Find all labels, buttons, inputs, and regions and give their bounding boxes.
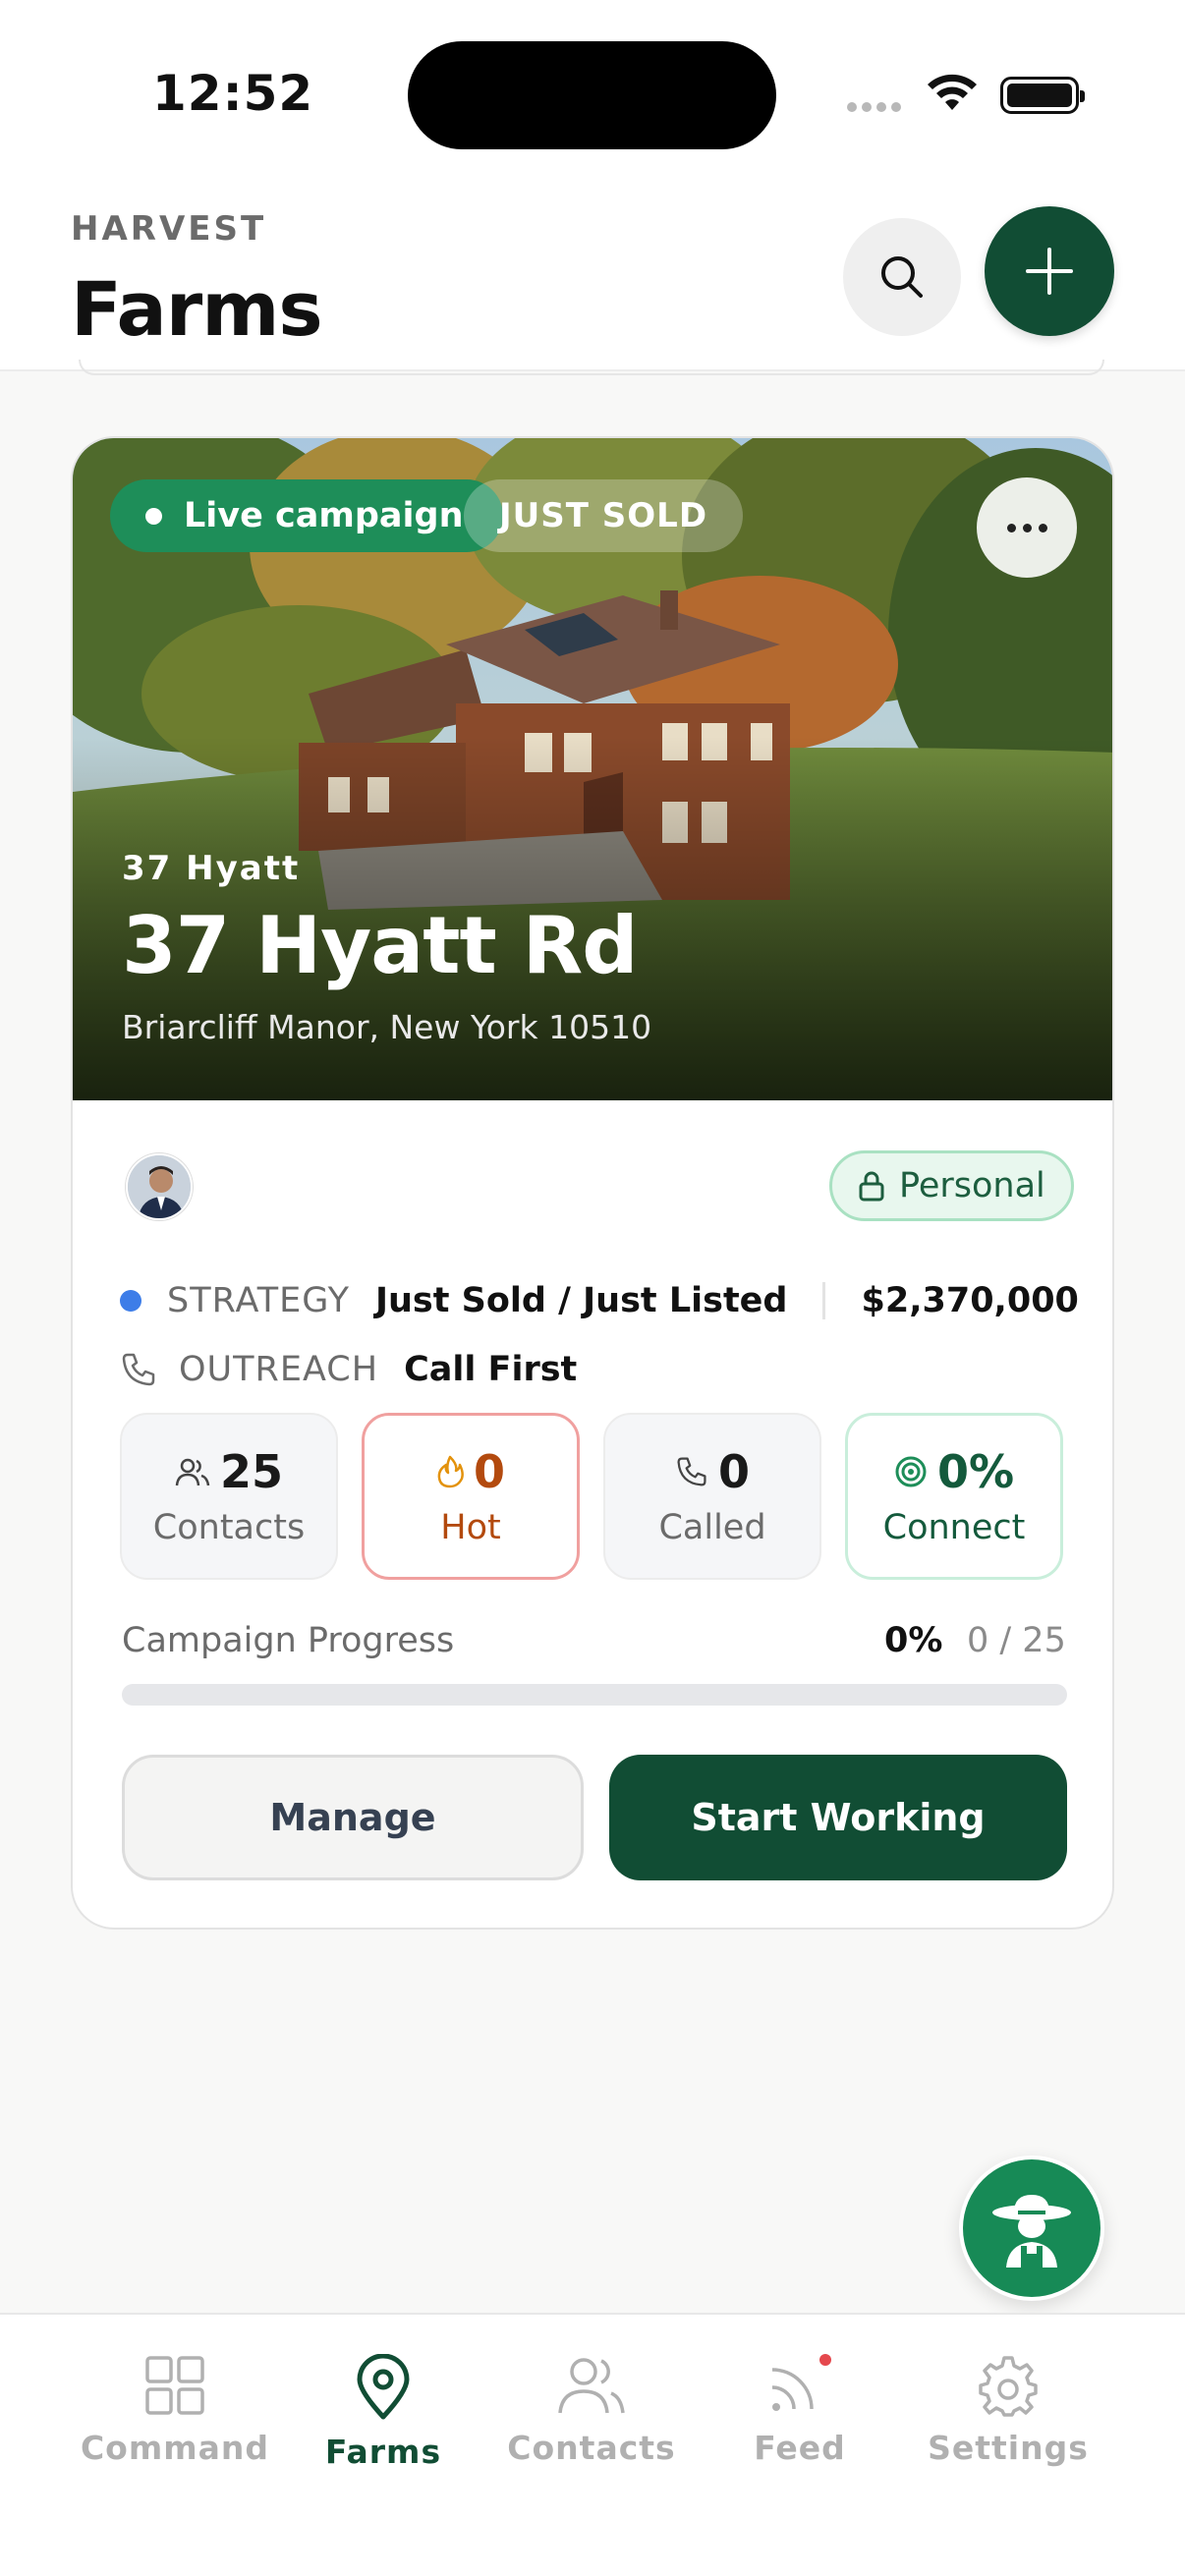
- hot-caption: Hot: [440, 1508, 501, 1547]
- notification-dot: [819, 2354, 831, 2366]
- stat-hot[interactable]: 0 Hot: [362, 1413, 580, 1580]
- battery-icon: [1000, 77, 1085, 114]
- status-bar: 12:52: [0, 0, 1185, 187]
- people-icon: [175, 1458, 210, 1486]
- add-farm-button[interactable]: [985, 206, 1114, 336]
- search-button[interactable]: [843, 218, 961, 336]
- strategy-label: STRATEGY: [167, 1281, 350, 1320]
- stat-called[interactable]: 0 Called: [603, 1413, 821, 1580]
- hot-count: 0: [473, 1445, 505, 1498]
- tab-contacts-label: Contacts: [507, 2429, 676, 2467]
- farm-city-line: Briarcliff Manor, New York 10510: [122, 1008, 652, 1046]
- farm-address-title: 37 Hyatt Rd: [122, 900, 638, 991]
- tab-settings-label: Settings: [928, 2429, 1089, 2467]
- property-photo: Live campaign JUST SOLD 37 Hyatt 37 Hyat…: [73, 438, 1112, 1100]
- outreach-row: OUTREACH Call First: [120, 1350, 577, 1389]
- contacts-caption: Contacts: [152, 1508, 306, 1547]
- target-icon: [895, 1456, 927, 1487]
- progress-percent: 0%: [884, 1621, 943, 1660]
- owner-avatar[interactable]: [126, 1153, 193, 1220]
- plus-icon: [1026, 248, 1073, 295]
- phone-icon: [122, 1353, 155, 1386]
- tab-contacts[interactable]: Contacts: [493, 2354, 690, 2467]
- cellular-signal-icon: [847, 102, 901, 112]
- tab-farms[interactable]: Farms: [285, 2354, 481, 2471]
- stat-connect[interactable]: 0% Connect: [845, 1413, 1063, 1580]
- campaign-card[interactable]: Live campaign JUST SOLD 37 Hyatt 37 Hyat…: [71, 436, 1114, 1930]
- farmer-icon: [992, 2195, 1071, 2268]
- contacts-icon: [558, 2358, 625, 2414]
- gear-icon: [979, 2356, 1038, 2417]
- map-pin-icon: [357, 2354, 410, 2420]
- visibility-badge: Personal: [829, 1150, 1074, 1221]
- outreach-label: OUTREACH: [179, 1350, 379, 1389]
- live-campaign-label: Live campaign: [184, 496, 464, 535]
- contacts-count: 25: [219, 1445, 283, 1498]
- previous-card-edge: [79, 360, 1104, 375]
- called-caption: Called: [658, 1508, 766, 1547]
- tab-farms-label: Farms: [324, 2433, 442, 2471]
- strategy-value: Just Sold / Just Listed: [374, 1281, 788, 1320]
- status-time: 12:52: [152, 65, 314, 122]
- lock-icon: [859, 1171, 884, 1202]
- campaign-type-badge: JUST SOLD: [464, 479, 744, 552]
- outreach-value: Call First: [404, 1350, 578, 1389]
- sale-price: $2,370,000: [861, 1281, 1079, 1320]
- tab-command[interactable]: Command: [77, 2354, 273, 2467]
- ellipsis-icon: [1006, 523, 1016, 532]
- connect-caption: Connect: [882, 1508, 1026, 1547]
- phone-icon: [677, 1457, 706, 1486]
- dynamic-island: [408, 41, 776, 149]
- tab-settings[interactable]: Settings: [910, 2354, 1106, 2467]
- manage-button[interactable]: Manage: [122, 1755, 584, 1880]
- page-title: Farms: [71, 265, 323, 353]
- app-eyebrow: HARVEST: [71, 209, 267, 249]
- flame-icon: [437, 1455, 464, 1488]
- visibility-label: Personal: [899, 1166, 1045, 1205]
- bottom-tab-bar: Command Farms Contacts Feed Settings: [0, 2313, 1185, 2576]
- called-count: 0: [717, 1445, 750, 1498]
- wifi-icon: [928, 74, 977, 110]
- person-avatar-illustration: [128, 1155, 191, 1218]
- stat-contacts[interactable]: 25 Contacts: [120, 1413, 338, 1580]
- tab-command-label: Command: [80, 2429, 270, 2467]
- strategy-dot-icon: [120, 1290, 141, 1312]
- farmer-assistant-button[interactable]: [959, 2156, 1104, 2301]
- live-campaign-badge: Live campaign: [110, 479, 503, 552]
- more-options-button[interactable]: [977, 477, 1077, 578]
- tab-feed-label: Feed: [754, 2429, 846, 2467]
- search-icon: [881, 256, 923, 298]
- progress-label: Campaign Progress: [122, 1621, 455, 1660]
- divider: [822, 1282, 826, 1319]
- tab-feed[interactable]: Feed: [702, 2354, 898, 2467]
- farm-short-name: 37 Hyatt: [122, 849, 301, 888]
- progress-count: 0 / 25: [967, 1621, 1066, 1660]
- start-working-button[interactable]: Start Working: [609, 1755, 1067, 1880]
- rss-icon: [771, 2354, 831, 2411]
- progress-bar: [122, 1684, 1067, 1706]
- page-header: HARVEST Farms: [0, 187, 1185, 371]
- strategy-row: STRATEGY Just Sold / Just Listed $2,370,…: [120, 1281, 1079, 1320]
- connect-rate: 0%: [936, 1445, 1015, 1498]
- live-dot-icon: [145, 507, 162, 525]
- grid-icon: [145, 2356, 204, 2415]
